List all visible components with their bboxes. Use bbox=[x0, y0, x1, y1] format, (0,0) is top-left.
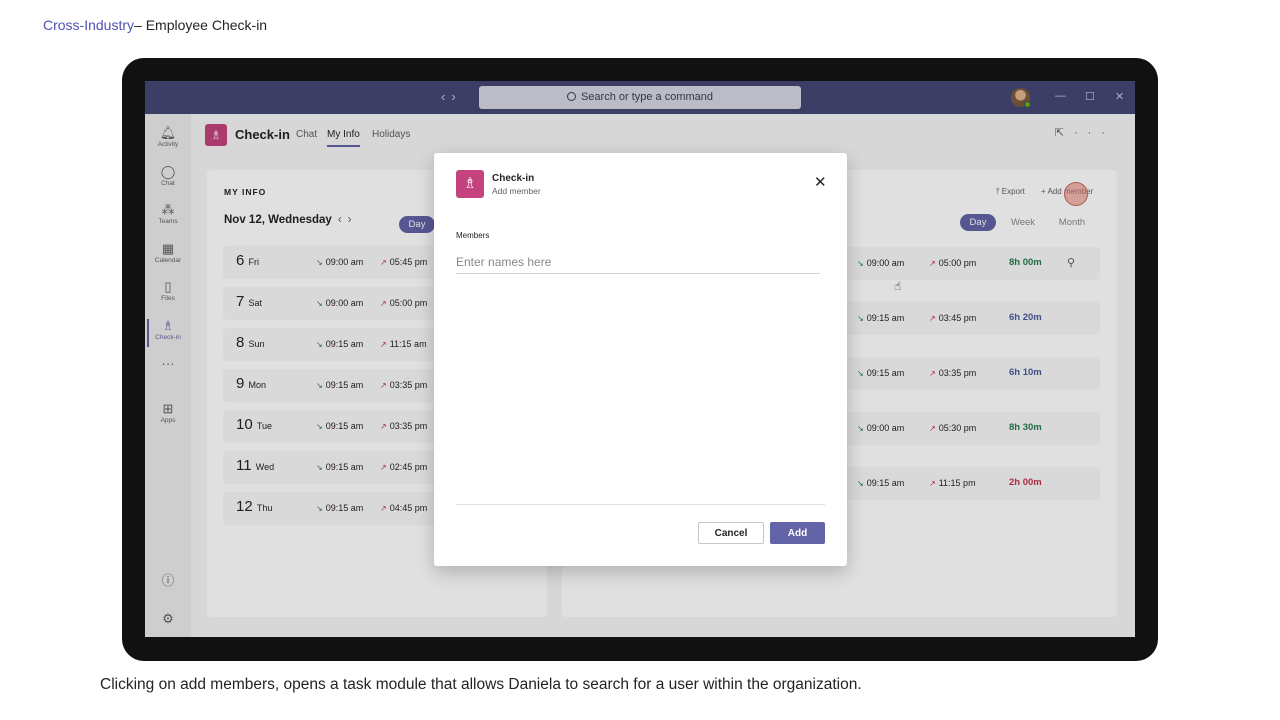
checkin-app-icon: ♗ bbox=[456, 170, 484, 198]
close-icon[interactable]: ✕ bbox=[814, 175, 827, 190]
slide-caption: Clicking on add members, opens a task mo… bbox=[100, 676, 862, 693]
header-link[interactable]: Cross-Industry bbox=[43, 17, 134, 33]
header-title: – Employee Check-in bbox=[134, 17, 268, 33]
add-member-dialog: ♗ Check-in Add member ✕ Members Cancel A… bbox=[434, 153, 847, 566]
dialog-subtitle: Add member bbox=[492, 186, 541, 196]
add-button[interactable]: Add bbox=[770, 522, 825, 544]
divider bbox=[456, 504, 825, 505]
teams-window: ‹› Search or type a command — ☐ ✕ 🔔︎ Act… bbox=[145, 81, 1135, 637]
page-header: Cross-Industry– Employee Check-in bbox=[43, 17, 267, 33]
cancel-button[interactable]: Cancel bbox=[698, 522, 764, 544]
members-label: Members bbox=[456, 231, 490, 240]
members-input[interactable] bbox=[456, 250, 820, 274]
page: Cross-Industry– Employee Check-in ‹› Sea… bbox=[0, 0, 1280, 720]
dialog-title: Check-in bbox=[492, 173, 535, 184]
